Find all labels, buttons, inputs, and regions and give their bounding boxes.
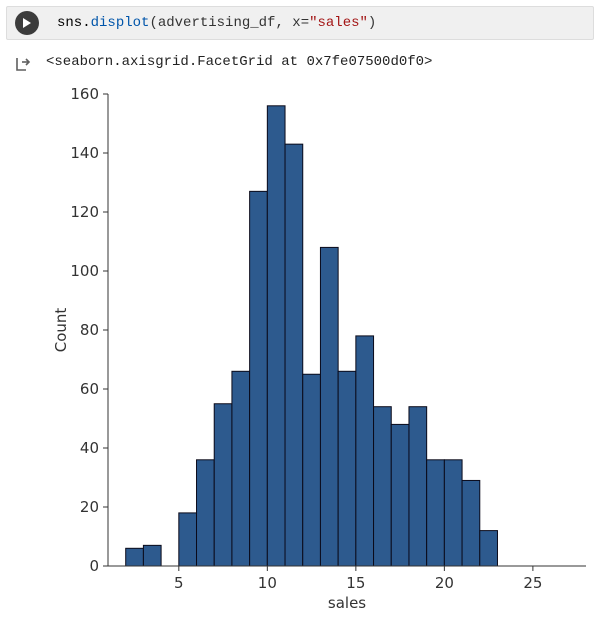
bar — [356, 336, 374, 566]
code-line[interactable]: sns.displot(advertising_df, x="sales") — [57, 15, 376, 31]
output-repr: <seaborn.axisgrid.FacetGrid at 0x7fe0750… — [46, 54, 432, 70]
run-button[interactable] — [15, 11, 39, 35]
y-tick-label: 20 — [80, 498, 99, 516]
code-token-close: ) — [368, 15, 376, 31]
y-tick-label: 80 — [80, 321, 99, 339]
x-tick-label: 20 — [435, 574, 454, 592]
bar — [126, 548, 144, 566]
output-row: <seaborn.axisgrid.FacetGrid at 0x7fe0750… — [14, 54, 590, 78]
y-tick-label: 140 — [70, 144, 99, 162]
bar — [197, 460, 215, 566]
bar — [462, 480, 480, 566]
bar — [480, 531, 498, 566]
x-axis-label: sales — [328, 594, 366, 612]
bar — [427, 460, 445, 566]
code-token-obj: sns — [57, 15, 82, 31]
y-tick-label: 40 — [80, 439, 99, 457]
code-token-kwarg: x — [292, 15, 300, 31]
bar — [374, 407, 392, 566]
chart: 0 20 40 60 80 100 120 140 160 5 10 15 20 25 sales Count — [50, 84, 590, 614]
y-tick-label: 0 — [89, 557, 99, 575]
bar — [444, 460, 462, 566]
bar — [250, 191, 268, 566]
x-tick-label: 5 — [174, 574, 184, 592]
code-token-method: displot — [91, 15, 150, 31]
bar — [179, 513, 197, 566]
y-tick-label: 60 — [80, 380, 99, 398]
y-tick-label: 100 — [70, 262, 99, 280]
code-token-open: ( — [149, 15, 157, 31]
bar — [409, 407, 427, 566]
y-tick-label: 120 — [70, 203, 99, 221]
y-tick-label: 160 — [70, 85, 99, 103]
y-axis-label: Count — [52, 308, 70, 353]
code-token-quote-open: " — [309, 15, 317, 31]
code-token-quote-close: " — [360, 15, 368, 31]
bar — [320, 247, 338, 566]
code-token-dot: . — [82, 15, 90, 31]
code-token-eq: = — [301, 15, 309, 31]
code-token-arg1: advertising_df — [158, 15, 276, 31]
bar — [267, 106, 285, 566]
bar — [214, 404, 232, 566]
x-tick-label: 25 — [523, 574, 542, 592]
bar — [232, 371, 250, 566]
bar — [303, 374, 321, 566]
x-tick-label: 15 — [346, 574, 365, 592]
play-icon — [22, 18, 32, 28]
code-token-strval: sales — [318, 15, 360, 31]
bar — [391, 424, 409, 566]
bar — [338, 371, 356, 566]
output-icon — [14, 56, 32, 78]
bar — [285, 144, 303, 566]
code-cell: sns.displot(advertising_df, x="sales") — [6, 6, 594, 40]
x-tick-label: 10 — [258, 574, 277, 592]
code-token-comma: , — [275, 15, 292, 31]
histogram-svg: 0 20 40 60 80 100 120 140 160 5 10 15 20 25 sales Count — [50, 84, 590, 614]
bar — [143, 545, 161, 566]
